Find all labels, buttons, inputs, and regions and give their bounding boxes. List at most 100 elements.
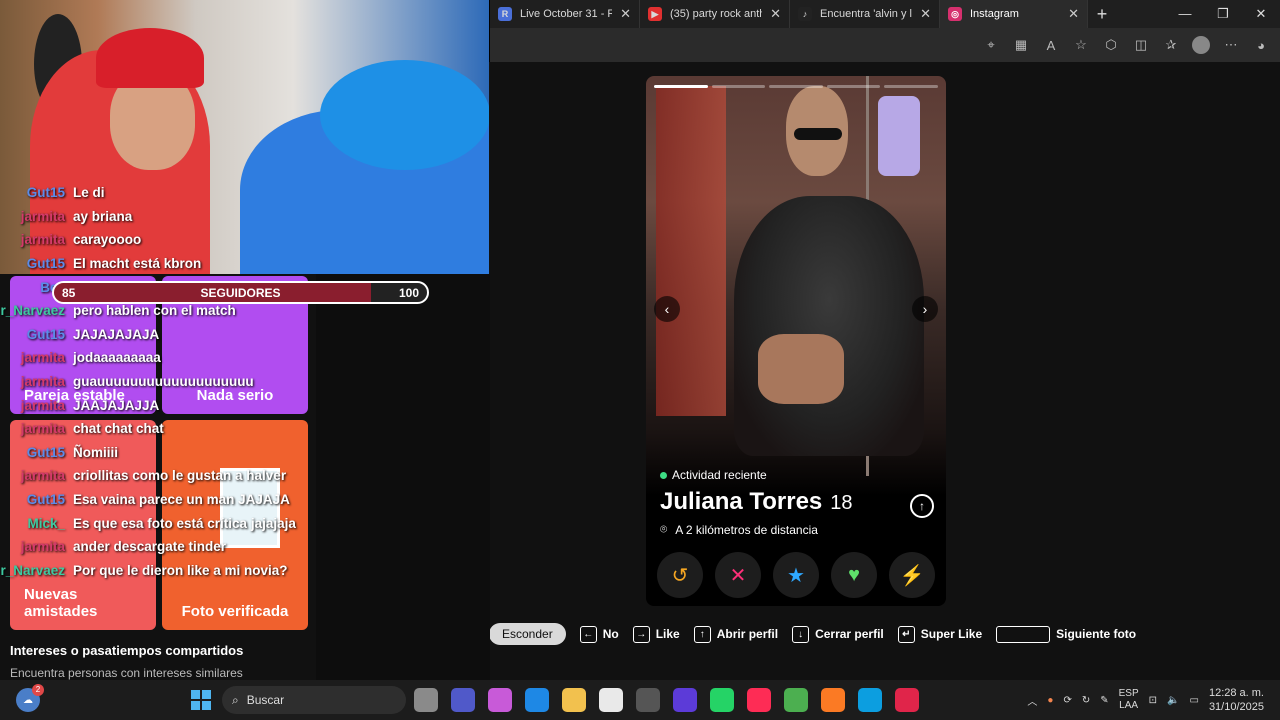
instagram-icon: ◎	[948, 7, 962, 21]
apps-icon[interactable]: ▦	[1012, 36, 1030, 54]
shortcut-open: ↑ Abrir perfil	[693, 625, 778, 643]
chat-message: Mick_ Es que esa foto está crítica jajaja…	[0, 511, 320, 535]
previous-photo-button[interactable]: ‹	[654, 296, 680, 322]
browser-toolbar: ⌖ ▦ A ☆ ⬡ ◫ ✰ ⋯ ◕	[490, 28, 1280, 62]
tab-tiktok[interactable]: ♪ Encuentra 'alvin y las a ✕	[790, 0, 940, 28]
read-aloud-icon[interactable]: A	[1042, 36, 1060, 54]
extensions-icon[interactable]: ⬡	[1102, 36, 1120, 54]
tray-app-icon[interactable]: ●	[1047, 695, 1053, 706]
tab-instagram[interactable]: ◎ Instagram ✕	[940, 0, 1088, 28]
split-screen-icon[interactable]: ◫	[1132, 36, 1150, 54]
nope-button[interactable]: ✕	[715, 552, 761, 598]
volume-icon[interactable]: 🔈	[1167, 695, 1179, 706]
close-tab-icon[interactable]: ✕	[920, 6, 931, 22]
chat-text: Es que esa foto está crítica jajajaja	[73, 515, 296, 531]
profile-age: 18	[830, 492, 853, 514]
windows-start-icon[interactable]	[191, 690, 211, 710]
chat-message: Gut15 Ñomiiii	[0, 441, 320, 465]
keyboard-shortcuts-bar: Esconder ← No → Like ↑ Abrir perfil ↓ Cerrar…	[489, 622, 1136, 646]
store-icon[interactable]	[599, 688, 623, 712]
browser-tab-bar: R Live October 31 - Rest ✕ ▶ (35) party …	[490, 0, 1280, 28]
obs-icon[interactable]	[673, 688, 697, 712]
up-arrow-key-icon: ↑	[693, 625, 711, 643]
vscode-icon[interactable]	[525, 688, 549, 712]
tray-sync-icon[interactable]: ⟳	[1063, 695, 1071, 706]
chat-username: Mick_	[27, 515, 65, 531]
chat-text: Por que le dieron like a mi novia?	[73, 562, 288, 578]
copilot-app-icon[interactable]	[488, 688, 512, 712]
photo-progress-segment	[654, 85, 708, 88]
tab-live[interactable]: R Live October 31 - Rest ✕	[490, 0, 640, 28]
minimize-icon[interactable]: —	[1166, 6, 1204, 22]
system-tray: ︿ ● ⟳ ↻ ✎ ESP LAA ⊡ 🔈 ▭ 12:28 a. m. 31/10/…	[1027, 684, 1264, 716]
restore-icon[interactable]: ❐	[1204, 6, 1242, 22]
close-tab-icon[interactable]: ✕	[770, 6, 781, 22]
next-photo-button[interactable]: ›	[912, 296, 938, 322]
shortcut-next-label: Siguiente foto	[1056, 627, 1137, 641]
teams-icon[interactable]	[451, 688, 475, 712]
down-arrow-key-icon: ↓	[792, 625, 810, 643]
chat-text: criollitas como le gustan a halver	[73, 468, 287, 484]
winrar-icon[interactable]	[895, 688, 919, 712]
shared-interests-subtitle: Encuentra personas con intereses similar…	[10, 666, 243, 680]
close-tab-icon[interactable]: ✕	[620, 6, 631, 22]
chat-username: jarmita	[20, 468, 65, 484]
webcam-blue-cap	[320, 60, 489, 170]
show-hidden-icons[interactable]: ︿	[1027, 693, 1037, 708]
favorite-star-icon[interactable]: ☆	[1072, 36, 1090, 54]
clock[interactable]: 12:28 a. m. 31/10/2025	[1209, 686, 1264, 714]
chat-text: Esa vaina parece un man JAJAJA	[73, 492, 290, 508]
chat-username: jarmita	[20, 350, 65, 366]
chat-text: JAJAJAJAJA	[73, 326, 160, 342]
new-tab-button[interactable]: +	[1088, 4, 1116, 25]
chat-text: JAAJAJAJJA	[73, 397, 160, 413]
like-button[interactable]: ♥	[831, 552, 877, 598]
enter-key-icon: ↵	[897, 625, 915, 643]
rewind-button[interactable]: ↺	[657, 552, 703, 598]
photo-background-door	[656, 86, 726, 416]
battery-icon[interactable]: ▭	[1189, 695, 1198, 706]
more-options-icon[interactable]: ⋯	[1222, 36, 1240, 54]
open-profile-button[interactable]: ↑	[910, 494, 934, 518]
favorites-icon[interactable]: ✰	[1162, 36, 1180, 54]
chatgpt-icon[interactable]	[636, 688, 660, 712]
taskbar-apps	[414, 688, 919, 712]
network-icon[interactable]: ⊡	[1149, 695, 1157, 706]
photo-figure-skin	[758, 334, 844, 404]
lang-primary: ESP	[1118, 688, 1139, 699]
language-indicator[interactable]: ESP LAA	[1119, 688, 1139, 712]
right-arrow-key-icon: →	[632, 625, 650, 643]
tab-favicon-icon: R	[498, 7, 512, 21]
tab-title: Live October 31 - Rest	[520, 8, 612, 20]
profile-card[interactable]: ‹ › Actividad reciente Juliana Torres 18…	[646, 76, 946, 606]
super-like-button[interactable]: ★	[773, 552, 819, 598]
clock-date: 31/10/2025	[1208, 701, 1264, 713]
whatsapp-icon[interactable]	[710, 688, 734, 712]
chrome-icon[interactable]	[784, 688, 808, 712]
hide-shortcuts-button[interactable]: Esconder	[489, 623, 566, 645]
xampp-icon[interactable]	[821, 688, 845, 712]
tray-refresh-icon[interactable]: ↻	[1082, 695, 1090, 706]
tiktok-app-icon[interactable]	[747, 688, 771, 712]
chat-text: pero hablen con el match	[73, 303, 236, 319]
close-tab-icon[interactable]: ✕	[1068, 6, 1079, 22]
chat-message: jarmita JAAJAJAJJA	[0, 393, 320, 417]
weather-widget-icon[interactable]: ☁ 2	[16, 684, 44, 712]
tab-title: Instagram	[970, 8, 1019, 20]
edge-icon[interactable]	[858, 688, 882, 712]
chat-text: ay briana	[73, 208, 133, 224]
notification-badge: 2	[32, 684, 44, 696]
profile-photo[interactable]: ‹ ›	[646, 76, 946, 496]
file-explorer-icon[interactable]	[562, 688, 586, 712]
taskbar-search[interactable]: ⌕ Buscar	[222, 686, 406, 714]
location-icon[interactable]: ⌖	[982, 36, 1000, 54]
profile-avatar-icon[interactable]	[1192, 36, 1210, 54]
task-view-icon[interactable]	[414, 688, 438, 712]
boost-button[interactable]: ⚡	[889, 552, 935, 598]
pen-icon[interactable]: ✎	[1100, 695, 1108, 706]
chat-username: Gut15	[26, 326, 65, 342]
close-window-icon[interactable]: ✕	[1242, 6, 1280, 22]
copilot-icon[interactable]: ◕	[1252, 36, 1270, 54]
tab-youtube[interactable]: ▶ (35) party rock anthem ✕	[640, 0, 790, 28]
clock-time: 12:28 a. m.	[1208, 687, 1264, 699]
